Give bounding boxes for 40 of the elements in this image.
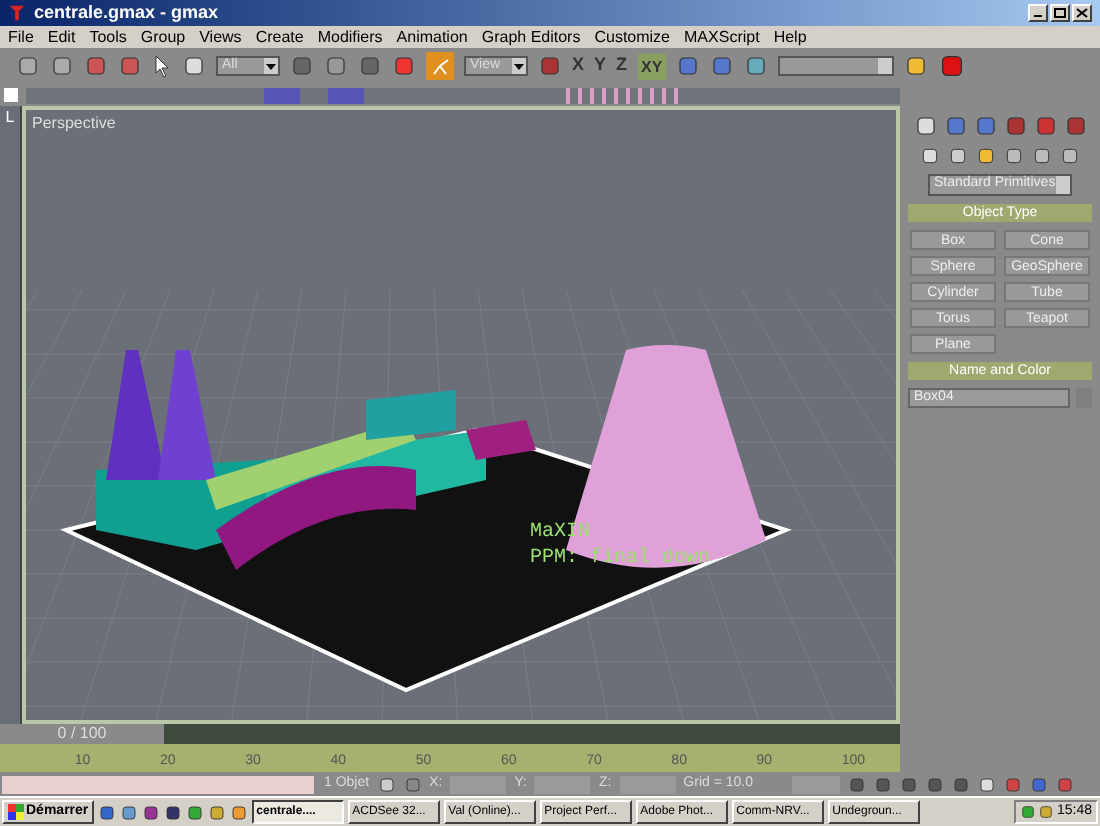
viewport-label: Perspective	[32, 112, 116, 136]
menu-item[interactable]: Create	[255, 29, 304, 45]
z-coordinate-field[interactable]	[619, 775, 676, 793]
axis-x-button[interactable]: X	[572, 52, 585, 80]
menu-item[interactable]: File	[8, 29, 34, 45]
tab-panel-toggle[interactable]	[4, 88, 18, 102]
menu-item[interactable]: Graph Editors	[481, 29, 581, 45]
select-arrow-icon[interactable]	[152, 54, 172, 78]
maximize-icon	[1054, 8, 1066, 18]
tab-marker	[328, 87, 364, 103]
app-logo-icon	[8, 4, 26, 22]
menu-item[interactable]: Views	[199, 29, 242, 45]
close-icon	[1076, 8, 1088, 18]
menu-item[interactable]: Customize	[594, 29, 671, 45]
window-title: centrale.gmax - gmax	[34, 4, 219, 22]
close-button[interactable]	[1072, 4, 1092, 22]
manipulate-button[interactable]	[426, 52, 454, 80]
menu-item[interactable]: Modifiers	[317, 29, 383, 45]
menu-item[interactable]: MAXScript	[684, 29, 760, 45]
axis-y-button[interactable]: Y	[594, 52, 607, 80]
viewport-corner-label: L	[0, 106, 22, 724]
minimize-button[interactable]	[1028, 4, 1048, 22]
axis-z-button[interactable]: Z	[616, 52, 628, 80]
maximize-button[interactable]	[1050, 4, 1070, 22]
y-coordinate-field[interactable]	[534, 775, 591, 793]
windows-logo-icon	[8, 804, 24, 820]
caret-icon	[514, 63, 524, 69]
menu-item[interactable]: Edit	[47, 29, 76, 45]
axis-xy-button[interactable]: XY	[637, 53, 667, 79]
listener-field[interactable]	[0, 773, 316, 795]
x-coordinate-field[interactable]	[450, 775, 507, 793]
menu-item[interactable]: Group	[140, 29, 186, 45]
caret-icon	[266, 63, 276, 69]
time-field[interactable]	[791, 775, 840, 793]
menu-item[interactable]: Animation	[396, 29, 468, 45]
viewport-overlay-text: PPM: final down	[530, 546, 711, 572]
named-selection-dropdown[interactable]	[778, 56, 895, 76]
menu-item[interactable]: Help	[773, 29, 807, 45]
menu-item[interactable]: Tools	[89, 29, 127, 45]
tab-marker	[264, 87, 300, 103]
